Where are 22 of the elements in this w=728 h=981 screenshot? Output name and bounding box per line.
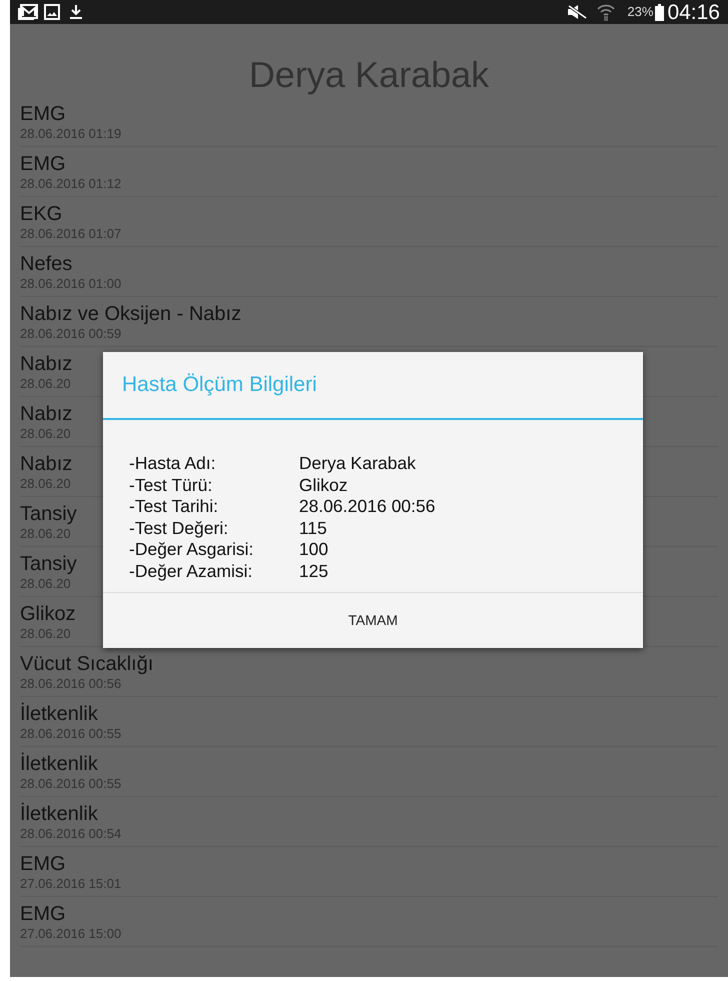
battery-icon — [655, 4, 664, 20]
field-value: 100 — [299, 539, 328, 560]
field-label: -Değer Azamisi: — [129, 560, 254, 582]
ok-button[interactable]: TAMAM — [103, 593, 643, 648]
wifi-icon — [597, 3, 616, 21]
field-value: Derya Karabak — [299, 453, 416, 474]
field-label: -Test Tarihi: — [129, 496, 220, 518]
field-value: Glikoz — [299, 474, 348, 496]
image-icon — [44, 4, 60, 20]
field-label: -Hasta Adı: — [129, 453, 217, 474]
clock: 04:16 — [667, 2, 720, 22]
battery-percent: 23% — [627, 3, 654, 22]
field-label: -Test Değeri: — [129, 518, 230, 539]
field-label: -Test Türü: — [129, 474, 214, 496]
dialog-title: Hasta Ölçüm Bilgileri — [122, 372, 317, 398]
field-value: 125 — [299, 560, 328, 582]
field-value: 115 — [299, 518, 327, 539]
mute-icon — [567, 5, 588, 19]
download-icon — [68, 4, 84, 20]
mail-icon — [18, 4, 38, 20]
field-label: -Değer Asgarisi: — [129, 539, 254, 560]
field-value: 28.06.2016 00:56 — [299, 496, 436, 518]
